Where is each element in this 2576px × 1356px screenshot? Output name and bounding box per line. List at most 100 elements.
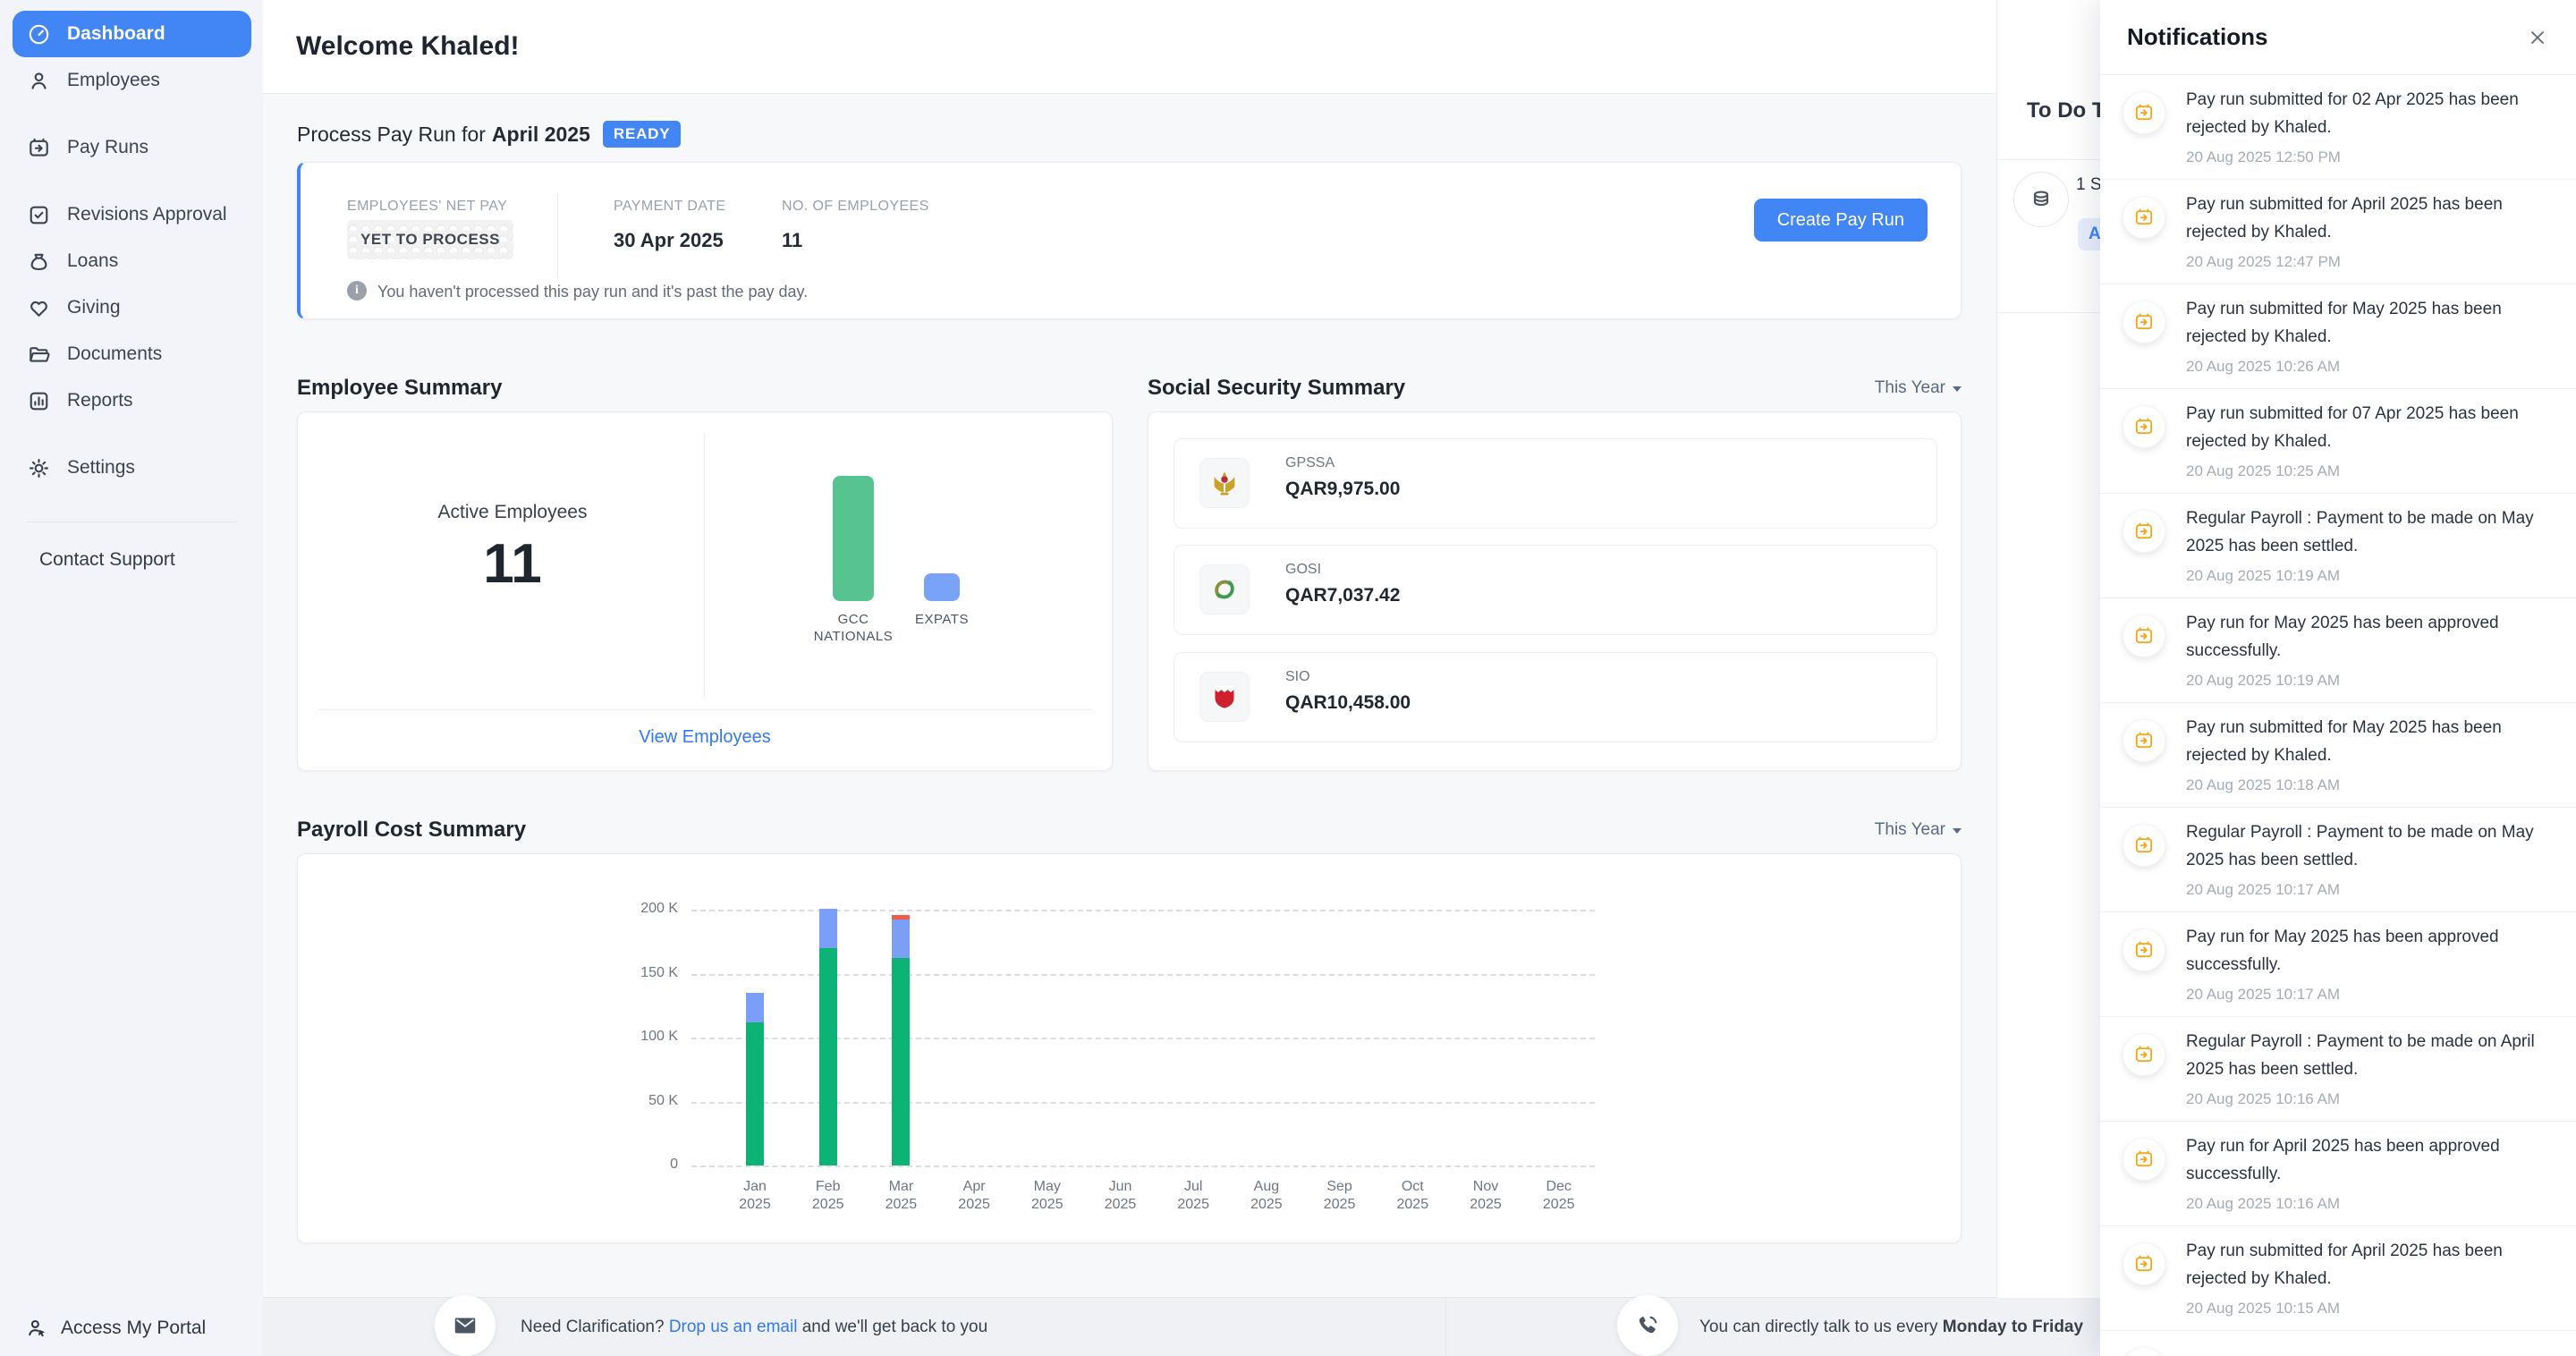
folder-icon <box>27 343 51 367</box>
sidebar-item-label: Revisions Approval <box>67 204 227 225</box>
employee-bar-gcc-nationals <box>833 476 874 601</box>
notification-item[interactable]: Regular Payroll : Payment to be made on … <box>2100 494 2576 598</box>
sidebar-item-documents[interactable]: Documents <box>13 331 251 377</box>
payroll-bar-segment <box>892 958 910 1165</box>
todo-count-text: 1 S <box>2076 175 2100 195</box>
employees-icon <box>27 69 51 93</box>
notification-item[interactable]: Pay run for May 2025 has been approved s… <box>2100 598 2576 703</box>
drop-us-an-email-link[interactable]: Drop us an email <box>669 1318 798 1336</box>
notification-item[interactable]: Pay run submitted for April 2025 has bee… <box>2100 180 2576 284</box>
notification-text: Pay run submitted for May 2025 has been … <box>2186 295 2556 351</box>
notification-timestamp: 20 Aug 2025 10:26 AM <box>2186 358 2340 376</box>
notification-item[interactable]: Regular Payroll : Payment to be made on … <box>2100 808 2576 912</box>
help-footer: Need Clarification? Drop us an email and… <box>263 1297 2100 1356</box>
notification-timestamp: 20 Aug 2025 10:25 AM <box>2186 462 2340 480</box>
notification-text: Pay run submitted for May 2025 has been … <box>2186 714 2556 769</box>
todo-divider <box>1997 159 2100 160</box>
notification-text: Pay run submitted for 02 Apr 2025 has be… <box>2186 86 2556 141</box>
social-summary-card: GPSSA QAR9,975.00 GOSI QAR7,037.42 SIO Q… <box>1148 411 1962 771</box>
email-help-prefix: Need Clarification? <box>521 1318 669 1336</box>
notification-text: Pay run for April 2025 has been approved… <box>2186 1132 2556 1188</box>
status-badge: READY <box>603 121 682 148</box>
gridline <box>691 1165 1595 1167</box>
notification-timestamp: 20 Aug 2025 10:16 AM <box>2186 1090 2340 1108</box>
notification-timestamp: 20 Aug 2025 10:19 AM <box>2186 672 2340 690</box>
sidebar-item-employees[interactable]: Employees <box>13 57 251 104</box>
chevron-down-icon <box>1953 386 1962 392</box>
payroll-year-value: This Year <box>1875 820 1945 840</box>
x-axis-tick: Jun 2025 <box>1085 1178 1157 1214</box>
payroll-bar-segment <box>746 993 764 1022</box>
x-axis-tick: Jul 2025 <box>1157 1178 1229 1214</box>
notification-text: Pay run for May 2025 has been approved s… <box>2186 609 2556 665</box>
net-pay-masked-value: YET TO PROCESS <box>347 220 513 259</box>
notification-item[interactable]: Pay run for April 2025 has been approved… <box>2100 1122 2576 1226</box>
notification-item[interactable]: Regular Payroll : Payment to be made on … <box>2100 1017 2576 1122</box>
x-axis-tick: Nov 2025 <box>1450 1178 1521 1214</box>
payroll-cost-chart: 050 K100 K150 K200 KJan 2025Feb 2025Mar … <box>298 854 1961 1242</box>
notification-item[interactable]: Pay run submitted for May 2025 has been … <box>2100 703 2576 808</box>
sidebar-nav: Dashboard Employees Pay Runs Revisions A… <box>13 11 251 571</box>
notification-item[interactable]: Pay run for May 2025 has been approved s… <box>2100 912 2576 1017</box>
pay-run-icon <box>2123 614 2165 657</box>
notifications-panel: Notifications Pay run submitted for 02 A… <box>2100 0 2576 1356</box>
todo-approve-button[interactable]: A <box>2078 218 2100 250</box>
pay-run-icon <box>2123 1138 2165 1181</box>
bar-chart-icon <box>27 389 51 413</box>
social-amount: QAR10,458.00 <box>1285 692 1411 714</box>
sidebar-item-pay-runs[interactable]: Pay Runs <box>13 124 251 171</box>
create-pay-run-button[interactable]: Create Pay Run <box>1754 199 1928 242</box>
sidebar-item-giving[interactable]: Giving <box>13 284 251 331</box>
gear-icon <box>27 456 51 480</box>
access-my-portal-link[interactable]: Access My Portal <box>0 1301 263 1356</box>
sidebar-item-label: Reports <box>67 390 133 411</box>
notification-text: Regular Payroll : Payment to be made on … <box>2186 504 2556 560</box>
sidebar-item-loans[interactable]: Loans <box>13 238 251 284</box>
pay-run-icon <box>2123 196 2165 239</box>
notification-item[interactable]: Pay run submitted for 07 Apr 2025 has be… <box>2100 389 2576 494</box>
net-pay-label: EMPLOYEES' NET PAY <box>347 199 507 215</box>
uae-emblem-icon <box>1199 458 1250 508</box>
payroll-summary-title: Payroll Cost Summary <box>297 818 526 843</box>
payroll-year-dropdown[interactable]: This Year <box>1875 820 1962 840</box>
payroll-bar-segment <box>819 948 837 1165</box>
social-row-sio[interactable]: SIO QAR10,458.00 <box>1174 652 1937 742</box>
sidebar-item-revisions-approval[interactable]: Revisions Approval <box>13 191 251 238</box>
sidebar-item-reports[interactable]: Reports <box>13 377 251 424</box>
check-square-icon <box>27 203 51 227</box>
social-name: GOSI <box>1285 562 1321 578</box>
payroll-bar-segment <box>892 920 910 958</box>
notification-text: Regular Payroll : Payment to be made on … <box>2186 818 2556 874</box>
x-axis-tick: May 2025 <box>1012 1178 1083 1214</box>
pay-run-icon <box>2123 1033 2165 1076</box>
pay-run-icon <box>2123 1347 2165 1356</box>
notification-timestamp: 20 Aug 2025 10:19 AM <box>2186 567 2340 585</box>
page-title: Welcome Khaled! <box>296 31 520 62</box>
view-employees-link[interactable]: View Employees <box>298 727 1112 748</box>
notification-item-partial[interactable] <box>2100 1331 2576 1356</box>
notification-item[interactable]: Pay run submitted for April 2025 has bee… <box>2100 1226 2576 1331</box>
notification-timestamp: 20 Aug 2025 12:50 PM <box>2186 148 2341 166</box>
gosi-logo-icon <box>1199 564 1250 614</box>
sidebar-item-settings[interactable]: Settings <box>13 445 251 491</box>
social-row-gosi[interactable]: GOSI QAR7,037.42 <box>1174 545 1937 635</box>
card-divider <box>318 709 1092 710</box>
notification-item[interactable]: Pay run submitted for 02 Apr 2025 has be… <box>2100 75 2576 180</box>
close-icon[interactable] <box>2526 26 2549 49</box>
pay-run-icon <box>2123 91 2165 134</box>
x-axis-tick: Jan 2025 <box>719 1178 791 1214</box>
payroll-bar-segment <box>746 1022 764 1165</box>
contact-support-link[interactable]: Contact Support <box>13 522 251 571</box>
main-header: Welcome Khaled! <box>263 0 1996 94</box>
notification-text: Pay run submitted for April 2025 has bee… <box>2186 1237 2556 1292</box>
notification-text: Pay run submitted for 07 Apr 2025 has be… <box>2186 400 2556 455</box>
pay-run-icon <box>2123 510 2165 553</box>
social-row-gpssa[interactable]: GPSSA QAR9,975.00 <box>1174 438 1937 529</box>
pay-run-icon <box>2123 405 2165 448</box>
sidebar-item-label: Documents <box>67 343 162 365</box>
employee-summary-card: Active Employees 11 GCC NATIONALS EXPATS… <box>297 411 1113 771</box>
sidebar-item-dashboard[interactable]: Dashboard <box>13 11 251 57</box>
notification-item[interactable]: Pay run submitted for May 2025 has been … <box>2100 284 2576 389</box>
social-year-dropdown[interactable]: This Year <box>1875 378 1962 398</box>
notifications-header: Notifications <box>2100 0 2576 75</box>
